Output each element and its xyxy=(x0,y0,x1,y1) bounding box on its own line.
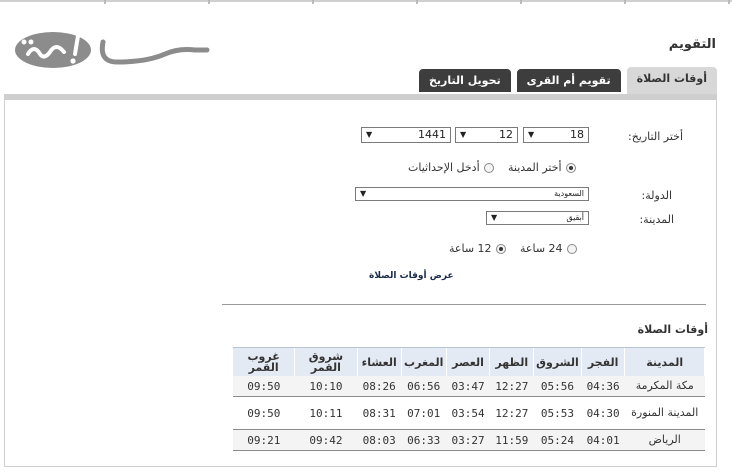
city-label: المدينة: xyxy=(639,213,674,226)
time-cell: 08:31 xyxy=(357,396,402,430)
table-row: مكة المكرمة 04:36 05:56 12:27 03:47 06:5… xyxy=(233,376,705,397)
time-cell: 07:01 xyxy=(401,396,447,430)
time-cell: 12:27 xyxy=(489,376,534,397)
radio-choose-city[interactable]: أختر المدينة xyxy=(508,161,576,174)
time-cell: 03:47 xyxy=(446,376,490,397)
table-row: الرياض 04:01 05:24 11:59 03:27 06:33 08:… xyxy=(233,429,705,451)
time-cell: 09:50 xyxy=(233,396,295,430)
radio-button[interactable] xyxy=(565,162,576,173)
country-label: الدولة: xyxy=(641,189,672,202)
prayer-times-table: المدينة الفجر الشروق الظهر العصر المغرب … xyxy=(233,347,705,451)
radio-enter-coords[interactable]: أدخل الإحداثيات xyxy=(408,161,494,174)
col-header: غروب القمر xyxy=(233,347,296,376)
time-cell: 06:33 xyxy=(401,429,447,451)
city-cell: مكة المكرمة xyxy=(624,376,705,397)
city-select[interactable]: ▼ أبقيق xyxy=(486,211,589,225)
results-title: أوقات الصلاة xyxy=(637,323,708,336)
col-header: الفجر xyxy=(581,347,626,376)
col-header: شروق القمر xyxy=(294,347,358,376)
chevron-down-icon: ▼ xyxy=(360,189,367,198)
tab-umm-al-qura[interactable]: تقويم أم القرى xyxy=(516,69,621,92)
time-cell: 08:03 xyxy=(357,429,402,451)
time-cell: 12:27 xyxy=(489,396,534,430)
time-cell: 05:53 xyxy=(533,396,582,430)
radio-12-hour[interactable]: 12 ساعة xyxy=(449,242,506,255)
col-header: المغرب xyxy=(401,347,447,376)
radio-24-hour[interactable]: 24 ساعة xyxy=(520,242,577,255)
time-cell: 04:01 xyxy=(581,429,625,451)
time-cell: 09:21 xyxy=(233,429,295,451)
radio-button[interactable] xyxy=(566,243,577,254)
time-cell: 03:54 xyxy=(446,396,490,430)
date-label: أختر التاريخ: xyxy=(628,130,683,143)
col-header: العشاء xyxy=(357,347,402,376)
time-cell: 06:56 xyxy=(401,376,447,397)
country-select[interactable]: ▼ السعودية xyxy=(355,187,589,201)
time-cell: 05:56 xyxy=(533,376,582,397)
time-cell: 09:50 xyxy=(233,376,295,397)
col-header: العصر xyxy=(446,347,491,376)
year-select[interactable]: ▼ 1441 xyxy=(361,127,451,143)
day-select[interactable]: ▼ 18 xyxy=(523,127,589,143)
chevron-down-icon: ▼ xyxy=(460,130,467,139)
time-cell: 09:42 xyxy=(294,429,358,451)
divider xyxy=(222,304,706,305)
time-cell: 05:24 xyxy=(533,429,582,451)
table-header-row: المدينة الفجر الشروق الظهر العصر المغرب … xyxy=(233,347,705,376)
time-cell: 08:26 xyxy=(357,376,402,397)
time-cell: 04:36 xyxy=(581,376,625,397)
time-cell: 10:11 xyxy=(294,396,358,430)
time-cell: 03:27 xyxy=(446,429,490,451)
radio-button[interactable] xyxy=(483,162,494,173)
time-cell: 11:59 xyxy=(489,429,534,451)
tab-bar: أوقات الصلاة تقويم أم القرى تحويل التاري… xyxy=(418,67,717,94)
col-header: الشروق xyxy=(533,347,582,376)
maktoob-logo[interactable] xyxy=(8,24,213,78)
table-row: المدينة المنورة 04:30 05:53 12:27 03:54 … xyxy=(233,396,705,430)
col-header: الظهر xyxy=(489,347,535,376)
radio-button[interactable] xyxy=(495,243,506,254)
month-select[interactable]: ▼ 12 xyxy=(455,127,518,143)
city-cell: المدينة المنورة xyxy=(624,396,705,430)
chevron-down-icon: ▼ xyxy=(528,130,535,139)
page-title: التقويم xyxy=(668,37,716,52)
time-cell: 10:10 xyxy=(294,376,358,397)
time-cell: 04:30 xyxy=(581,396,625,430)
chevron-down-icon: ▼ xyxy=(491,213,498,222)
tab-prayer-times[interactable]: أوقات الصلاة xyxy=(626,67,717,94)
tab-date-conversion[interactable]: تحويل التاريخ xyxy=(418,69,511,92)
city-cell: الرياض xyxy=(624,429,705,451)
top-border xyxy=(0,0,732,4)
show-prayer-times-button[interactable]: عرض أوقات الصلاة xyxy=(369,271,454,281)
col-header: المدينة xyxy=(624,347,705,376)
chevron-down-icon: ▼ xyxy=(366,130,373,139)
